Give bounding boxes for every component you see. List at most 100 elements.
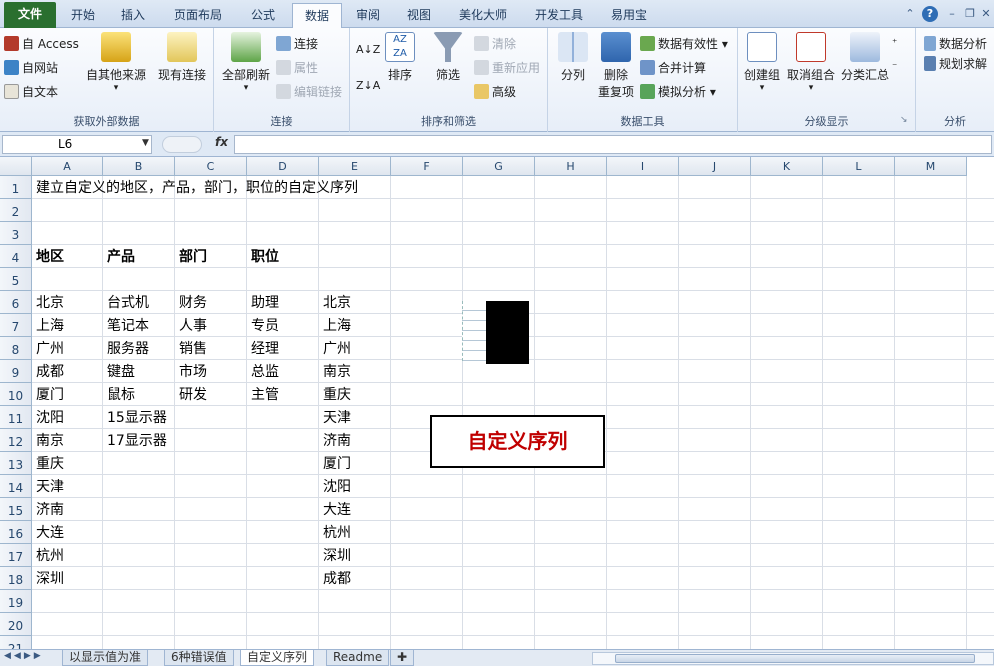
row-header[interactable]: 8 [0, 337, 32, 360]
name-box-dropdown-icon[interactable]: ▼ [142, 138, 149, 148]
help-icon[interactable]: ? [922, 6, 938, 22]
ungroup-button[interactable]: 取消组合 ▾ [786, 32, 836, 93]
row-header[interactable]: 17 [0, 544, 32, 567]
cell-B7[interactable]: 笔记本 [103, 314, 149, 337]
cell-E14[interactable]: 沈阳 [319, 475, 351, 498]
cell-C4[interactable]: 部门 [175, 245, 207, 268]
collapse-ribbon-icon[interactable]: ⌃ [902, 6, 918, 22]
row-header[interactable]: 11 [0, 406, 32, 429]
cell-E9[interactable]: 南京 [319, 360, 351, 383]
row-header[interactable]: 19 [0, 590, 32, 613]
column-header[interactable]: E [319, 157, 391, 176]
column-header[interactable]: C [175, 157, 247, 176]
cell-B4[interactable]: 产品 [103, 245, 135, 268]
column-header[interactable]: G [463, 157, 535, 176]
cell-E16[interactable]: 杭州 [319, 521, 351, 544]
cell-A11[interactable]: 沈阳 [32, 406, 64, 429]
tab-review[interactable]: 审阅 [348, 3, 388, 28]
tab-home[interactable]: 开始 [60, 3, 106, 28]
cell-C9[interactable]: 市场 [175, 360, 207, 383]
row-header[interactable]: 10 [0, 383, 32, 406]
cell-C10[interactable]: 研发 [175, 383, 207, 406]
black-rectangle-shape[interactable] [486, 301, 529, 364]
tab-easy-tools[interactable]: 易用宝 [600, 3, 658, 28]
tab-formulas[interactable]: 公式 [240, 3, 286, 28]
data-analysis-button[interactable]: 数据分析 [924, 34, 987, 54]
from-web-button[interactable]: 自网站 [4, 58, 58, 78]
cell-A7[interactable]: 上海 [32, 314, 64, 337]
cell-B11[interactable]: 15显示器 [103, 406, 167, 429]
edit-links-button[interactable]: 编辑链接 [276, 82, 342, 102]
worksheet-grid[interactable]: ABCDEFGHIJKLM 1 2 3 4 5 6 7 8 9 10 11 12 13 14 15 16 17 1… [0, 157, 994, 649]
properties-button[interactable]: 属性 [276, 58, 318, 78]
cell-A4[interactable]: 地区 [32, 245, 64, 268]
row-header[interactable]: 7 [0, 314, 32, 337]
cell-D4[interactable]: 职位 [247, 245, 279, 268]
cell-E18[interactable]: 成都 [319, 567, 351, 590]
from-text-button[interactable]: 自文本 [4, 82, 58, 102]
cell-E7[interactable]: 上海 [319, 314, 351, 337]
sheet-tab[interactable]: 以显示值为准 [62, 650, 149, 666]
cell-B6[interactable]: 台式机 [103, 291, 149, 314]
sheet-tab[interactable]: 6种错误值 [164, 650, 234, 666]
cell-B12[interactable]: 17显示器 [103, 429, 167, 452]
name-box[interactable]: L6 [2, 135, 152, 154]
callout-box[interactable]: 自定义序列 [430, 415, 605, 468]
hide-detail-icon[interactable]: ⁻ [892, 58, 897, 78]
sheet-nav-arrows-icon[interactable]: ◀◀▶▶ [4, 651, 44, 661]
column-header[interactable]: B [103, 157, 175, 176]
cell-A18[interactable]: 深圳 [32, 567, 64, 590]
column-header[interactable]: F [391, 157, 463, 176]
cell-A10[interactable]: 厦门 [32, 383, 64, 406]
connections-button[interactable]: 连接 [276, 34, 318, 54]
cell-D10[interactable]: 主管 [247, 383, 279, 406]
column-header[interactable]: H [535, 157, 607, 176]
sort-desc-button[interactable]: Z↓A [356, 76, 380, 96]
advanced-filter-button[interactable]: 高级 [474, 82, 516, 102]
remove-duplicates-button[interactable]: 删除 重复项 [596, 32, 636, 100]
cell-C6[interactable]: 财务 [175, 291, 207, 314]
subtotal-button[interactable]: 分类汇总 [840, 32, 890, 83]
cell-D8[interactable]: 经理 [247, 337, 279, 360]
cell-D6[interactable]: 助理 [247, 291, 279, 314]
restore-icon[interactable]: ❐ [962, 6, 978, 22]
sheet-tab-active[interactable]: 自定义序列 [240, 650, 315, 666]
cell-E10[interactable]: 重庆 [319, 383, 351, 406]
tab-view[interactable]: 视图 [396, 3, 442, 28]
column-header[interactable]: L [823, 157, 895, 176]
column-header[interactable]: D [247, 157, 319, 176]
tab-data[interactable]: 数据 [292, 3, 342, 28]
reapply-button[interactable]: 重新应用 [474, 58, 540, 78]
scrollbar-thumb[interactable] [615, 654, 975, 663]
refresh-all-button[interactable]: 全部刷新 ▾ [218, 32, 274, 93]
cell-E12[interactable]: 济南 [319, 429, 351, 452]
cell-E13[interactable]: 厦门 [319, 452, 351, 475]
cell-E11[interactable]: 天津 [319, 406, 351, 429]
row-header[interactable]: 12 [0, 429, 32, 452]
group-button[interactable]: 创建组 ▾ [742, 32, 782, 93]
cell-A14[interactable]: 天津 [32, 475, 64, 498]
cell-C7[interactable]: 人事 [175, 314, 207, 337]
cell-E17[interactable]: 深圳 [319, 544, 351, 567]
text-to-columns-button[interactable]: 分列 [554, 32, 592, 83]
row-header[interactable]: 2 [0, 199, 32, 222]
cell-D7[interactable]: 专员 [247, 314, 279, 337]
row-header[interactable]: 14 [0, 475, 32, 498]
consolidate-button[interactable]: 合并计算 [640, 58, 706, 78]
cell-B10[interactable]: 鼠标 [103, 383, 135, 406]
row-header[interactable]: 20 [0, 613, 32, 636]
row-header[interactable]: 1 [0, 176, 32, 199]
tab-developer[interactable]: 开发工具 [524, 3, 594, 28]
row-header[interactable]: 6 [0, 291, 32, 314]
cell-E6[interactable]: 北京 [319, 291, 351, 314]
cell-A15[interactable]: 济南 [32, 498, 64, 521]
sort-button[interactable]: AZ ZA 排序 [382, 32, 418, 83]
cell-A13[interactable]: 重庆 [32, 452, 64, 475]
tab-page-layout[interactable]: 页面布局 [162, 3, 234, 28]
cell-A16[interactable]: 大连 [32, 521, 64, 544]
what-if-button[interactable]: 模拟分析 ▾ [640, 82, 716, 102]
cell-E8[interactable]: 广州 [319, 337, 351, 360]
horizontal-scrollbar[interactable] [592, 652, 994, 665]
column-header[interactable]: M [895, 157, 967, 176]
column-header[interactable]: J [679, 157, 751, 176]
